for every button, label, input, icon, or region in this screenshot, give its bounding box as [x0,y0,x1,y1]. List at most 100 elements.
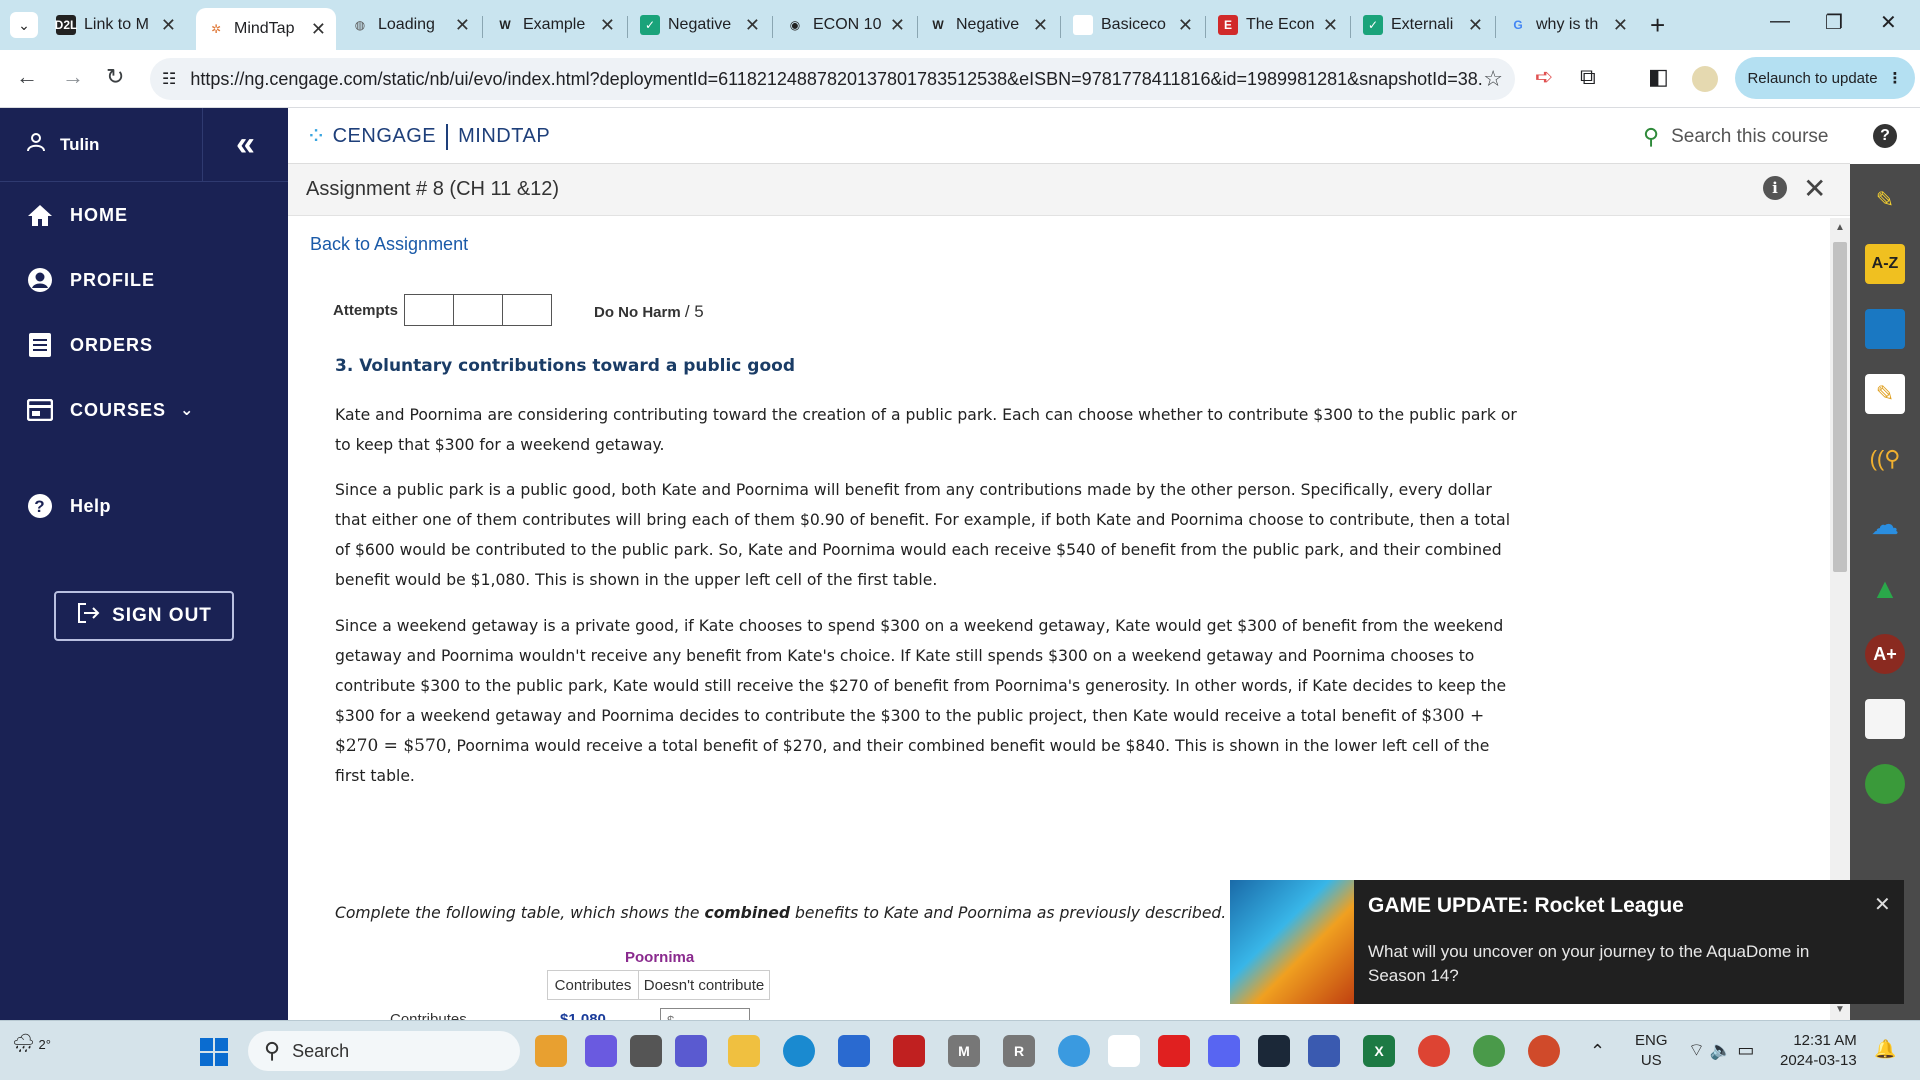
copilot-icon[interactable] [585,1035,617,1067]
close-tab-icon[interactable]: ✕ [1178,15,1193,36]
discord-icon[interactable] [1208,1035,1240,1067]
dots-app-icon[interactable] [1108,1035,1140,1067]
start-button[interactable] [200,1038,228,1066]
bookmark-star-icon[interactable]: ☆ [1483,66,1503,92]
google-drive-icon[interactable]: ▲ [1865,569,1905,609]
close-tab-icon[interactable]: ✕ [1323,15,1338,36]
show-hidden-icons-icon[interactable]: ⌃ [1590,1041,1605,1062]
course-search[interactable]: ⚲ Search this course [1643,124,1828,150]
browser-tab[interactable]: ✓ Externali ✕ [1353,6,1493,44]
taskbar-search[interactable]: ⚲ Search [248,1031,520,1071]
glossary-az-icon[interactable]: A-Z [1865,244,1905,284]
chrome-alt-icon[interactable] [1528,1035,1560,1067]
chrome-profile-icon[interactable] [1473,1035,1505,1067]
taskbar-clock[interactable]: 12:31 AM 2024-03-13 [1780,1031,1857,1071]
browser-tab[interactable]: ◉ ECON 10 ✕ [775,6,915,44]
widgets-icon[interactable] [535,1035,567,1067]
site-info-icon[interactable]: ☷ [162,69,176,89]
address-bar[interactable]: ☷ https://ng.cengage.com/static/nb/ui/ev… [150,58,1515,100]
excel-icon[interactable]: X [1363,1035,1395,1067]
profile-avatar-icon[interactable] [1692,66,1718,92]
more-menu-icon[interactable]: ⋮ [1888,69,1903,87]
notification-bell-icon[interactable]: 🔔 [1874,1039,1896,1060]
store-icon[interactable] [838,1035,870,1067]
mcafee-icon[interactable] [893,1035,925,1067]
m-app-icon[interactable]: M [948,1035,980,1067]
nav-item-profile[interactable]: PROFILE [26,266,155,294]
close-tab-icon[interactable]: ✕ [455,15,470,36]
side-panel-icon[interactable]: ◧ [1648,64,1669,90]
colorful-app-icon[interactable] [1058,1035,1090,1067]
tab-favicon-icon: ✓ [640,15,660,35]
collapse-nav-button[interactable]: « [203,108,288,182]
teams-icon[interactable] [675,1035,707,1067]
language-indicator[interactable]: ENG US [1635,1031,1668,1071]
scroll-up-icon[interactable]: ▲ [1835,222,1845,233]
back-to-assignment-link[interactable]: Back to Assignment [310,234,468,255]
help-question-icon[interactable]: ? [1873,124,1897,148]
reload-icon[interactable]: ↻ [106,64,124,90]
browser-tab[interactable]: W Example ✕ [485,6,625,44]
browser-tab[interactable]: Gwhy is th ✕ [1498,6,1638,44]
close-tab-icon[interactable]: ✕ [1033,15,1048,36]
youtube-icon[interactable] [1158,1035,1190,1067]
nav-item-courses[interactable]: COURSES ⌄ [26,396,194,424]
relaunch-update-button[interactable]: Relaunch to update ⋮ [1735,57,1915,99]
vpn-icon[interactable] [1308,1035,1340,1067]
user-profile-row[interactable]: Tulin [0,108,203,182]
chrome-icon[interactable] [1418,1035,1450,1067]
extensions-puzzle-icon[interactable]: ⧉ [1580,64,1596,90]
browser-tab[interactable]: ✓ Negative ✕ [630,6,770,44]
flashcards-icon[interactable] [1865,699,1905,739]
info-icon[interactable]: i [1763,176,1787,200]
close-tab-icon[interactable]: ✕ [600,15,615,36]
study-hub-icon[interactable] [1865,764,1905,804]
notification-toast[interactable]: GAME UPDATE: Rocket League What will you… [1230,880,1904,1004]
network-volume-battery-icons[interactable]: ⌔ 🔈 ▭ [1688,1039,1754,1062]
steam-icon[interactable] [1258,1035,1290,1067]
close-tab-icon[interactable]: ✕ [745,15,760,36]
close-tab-icon[interactable]: ✕ [1613,15,1628,36]
nav-item-home[interactable]: HOME [26,201,128,229]
close-assignment-icon[interactable]: ✕ [1803,172,1826,205]
nav-item-orders[interactable]: ORDERS [26,331,153,359]
notes-icon[interactable]: ✎ [1865,374,1905,414]
new-tab-button[interactable]: + [1650,10,1665,41]
close-notification-icon[interactable]: ✕ [1874,892,1891,917]
edge-icon[interactable] [783,1035,815,1067]
minimize-icon[interactable]: — [1770,10,1790,33]
svg-text:?: ? [34,497,45,516]
highlighter-icon[interactable]: ✎ [1865,180,1905,220]
ebook-icon[interactable] [1865,309,1905,349]
scroll-thumb[interactable] [1833,242,1847,572]
scroll-down-icon[interactable]: ▼ [1835,1004,1845,1015]
browser-tab[interactable]: ✲ MindTap ✕ [196,8,336,50]
sign-out-button[interactable]: SIGN OUT [54,591,234,641]
browser-tab[interactable]: E The Econ ✕ [1208,6,1348,44]
close-tab-icon[interactable]: ✕ [890,15,905,36]
browser-tab[interactable]: ◍ Loading ✕ [340,6,480,44]
readspeaker-icon[interactable]: ((⚲ [1865,439,1905,479]
extension-icon[interactable]: ➪ [1535,64,1553,90]
browser-tab[interactable]: Basiceco ✕ [1063,6,1203,44]
back-icon[interactable]: ← [16,64,38,90]
restore-icon[interactable]: ❐ [1825,10,1843,35]
tab-search-button[interactable]: ⌄ [10,12,38,38]
close-tab-icon[interactable]: ✕ [311,19,326,40]
r-app-icon[interactable]: R [1003,1035,1035,1067]
nav-item-help[interactable]: ? Help [26,492,111,520]
browser-tab[interactable]: W Negative ✕ [918,6,1058,44]
cengage-mindtap-logo[interactable]: ⁘ CENGAGE MINDTAP [306,122,550,151]
table-cell-input[interactable] [660,1008,750,1020]
task-view-icon[interactable] [630,1035,662,1067]
question-paragraph-1: Kate and Poornima are considering contri… [335,406,1517,454]
browser-tab[interactable]: D2L Link to M ✕ [46,6,186,44]
close-tab-icon[interactable]: ✕ [1468,15,1483,36]
forward-icon[interactable]: → [62,64,84,90]
onedrive-icon[interactable]: ☁ [1865,504,1905,544]
weather-widget[interactable]: 🌧 2° [12,1033,51,1054]
file-explorer-icon[interactable] [728,1035,760,1067]
close-tab-icon[interactable]: ✕ [161,15,176,36]
close-window-icon[interactable]: ✕ [1880,10,1897,35]
aplia-icon[interactable]: A+ [1865,634,1905,674]
